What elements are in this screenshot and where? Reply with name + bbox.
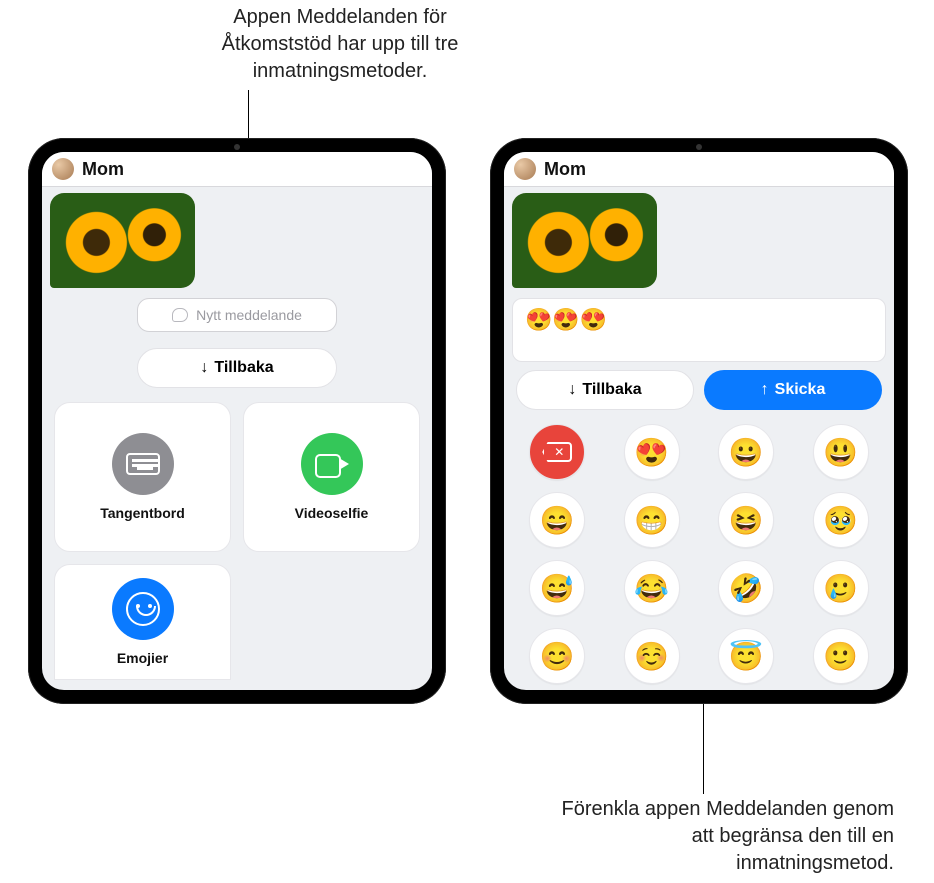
received-photo-message[interactable] [50,193,195,288]
back-button-label: Tillbaka [214,359,273,377]
emoji-key[interactable]: 🙂 [813,628,869,684]
contact-avatar [514,158,536,180]
emoji-key[interactable]: 😀 [718,424,774,480]
screen-left: Mom Nytt meddelande Tillbaka [42,152,432,690]
emoji-key[interactable]: ☺️ [624,628,680,684]
compose-field[interactable]: 😍😍😍 [512,298,886,362]
device-row: Mom Nytt meddelande Tillbaka [28,138,908,704]
contact-name: Mom [544,159,586,180]
emoji-icon [112,578,174,640]
back-button-label: Tillbaka [582,381,641,399]
option-keyboard[interactable]: Tangentbord [54,402,231,552]
callout-top: Appen Meddelanden för Åtkomststöd har up… [180,4,500,85]
arrow-up-icon [761,381,769,399]
ipad-right: Mom 😍😍😍 Tillbaka Skicka [490,138,908,704]
arrow-down-icon [200,359,208,377]
emoji-keyboard: ✕ 😍 😀 😃 😄 😁 😆 🥹 😅 😂 🤣 🥲 😊 ☺️ 😇 [504,420,894,690]
emoji-key[interactable]: 🤣 [718,560,774,616]
conversation-header[interactable]: Mom [42,152,432,187]
sunflower-photo [512,193,657,288]
sunflower-photo [50,193,195,288]
screen-right: Mom 😍😍😍 Tillbaka Skicka [504,152,894,690]
emoji-key[interactable]: 😄 [529,492,585,548]
emoji-key[interactable]: 😃 [813,424,869,480]
option-emoji-label: Emojier [117,650,168,666]
callout-leader-top [248,90,249,138]
option-emoji[interactable]: Emojier [54,564,231,680]
contact-name: Mom [82,159,124,180]
input-method-grid: Tangentbord Videoselfie Emojier [42,398,432,688]
video-icon [301,433,363,495]
callout-leader-bottom [703,704,704,794]
emoji-key[interactable]: 😍 [624,424,680,480]
arrow-down-icon [568,381,576,399]
emoji-key[interactable]: 😇 [718,628,774,684]
back-button[interactable]: Tillbaka [516,370,694,410]
message-list [504,187,894,292]
callout-bottom: Förenkla appen Meddelanden genom att beg… [534,796,894,877]
delete-key[interactable]: ✕ [529,424,585,480]
ipad-left: Mom Nytt meddelande Tillbaka [28,138,446,704]
emoji-key[interactable]: 🥲 [813,560,869,616]
send-button-label: Skicka [775,381,826,399]
new-message-placeholder: Nytt meddelande [196,307,302,323]
new-message-field[interactable]: Nytt meddelande [137,298,337,332]
option-videoselfie[interactable]: Videoselfie [243,402,420,552]
message-bubble-icon [172,308,188,322]
send-button[interactable]: Skicka [704,370,882,410]
conversation-header[interactable]: Mom [504,152,894,187]
backspace-icon: ✕ [542,442,572,462]
message-list [42,187,432,292]
emoji-key[interactable]: 😆 [718,492,774,548]
contact-avatar [52,158,74,180]
emoji-key[interactable]: 🥹 [813,492,869,548]
emoji-key[interactable]: 😊 [529,628,585,684]
option-keyboard-label: Tangentbord [100,505,185,521]
compose-value: 😍😍😍 [525,307,607,332]
emoji-key[interactable]: 😅 [529,560,585,616]
emoji-key[interactable]: 😁 [624,492,680,548]
emoji-key[interactable]: 😂 [624,560,680,616]
keyboard-icon [112,433,174,495]
received-photo-message[interactable] [512,193,657,288]
option-videoselfie-label: Videoselfie [295,505,369,521]
back-button[interactable]: Tillbaka [137,348,337,388]
